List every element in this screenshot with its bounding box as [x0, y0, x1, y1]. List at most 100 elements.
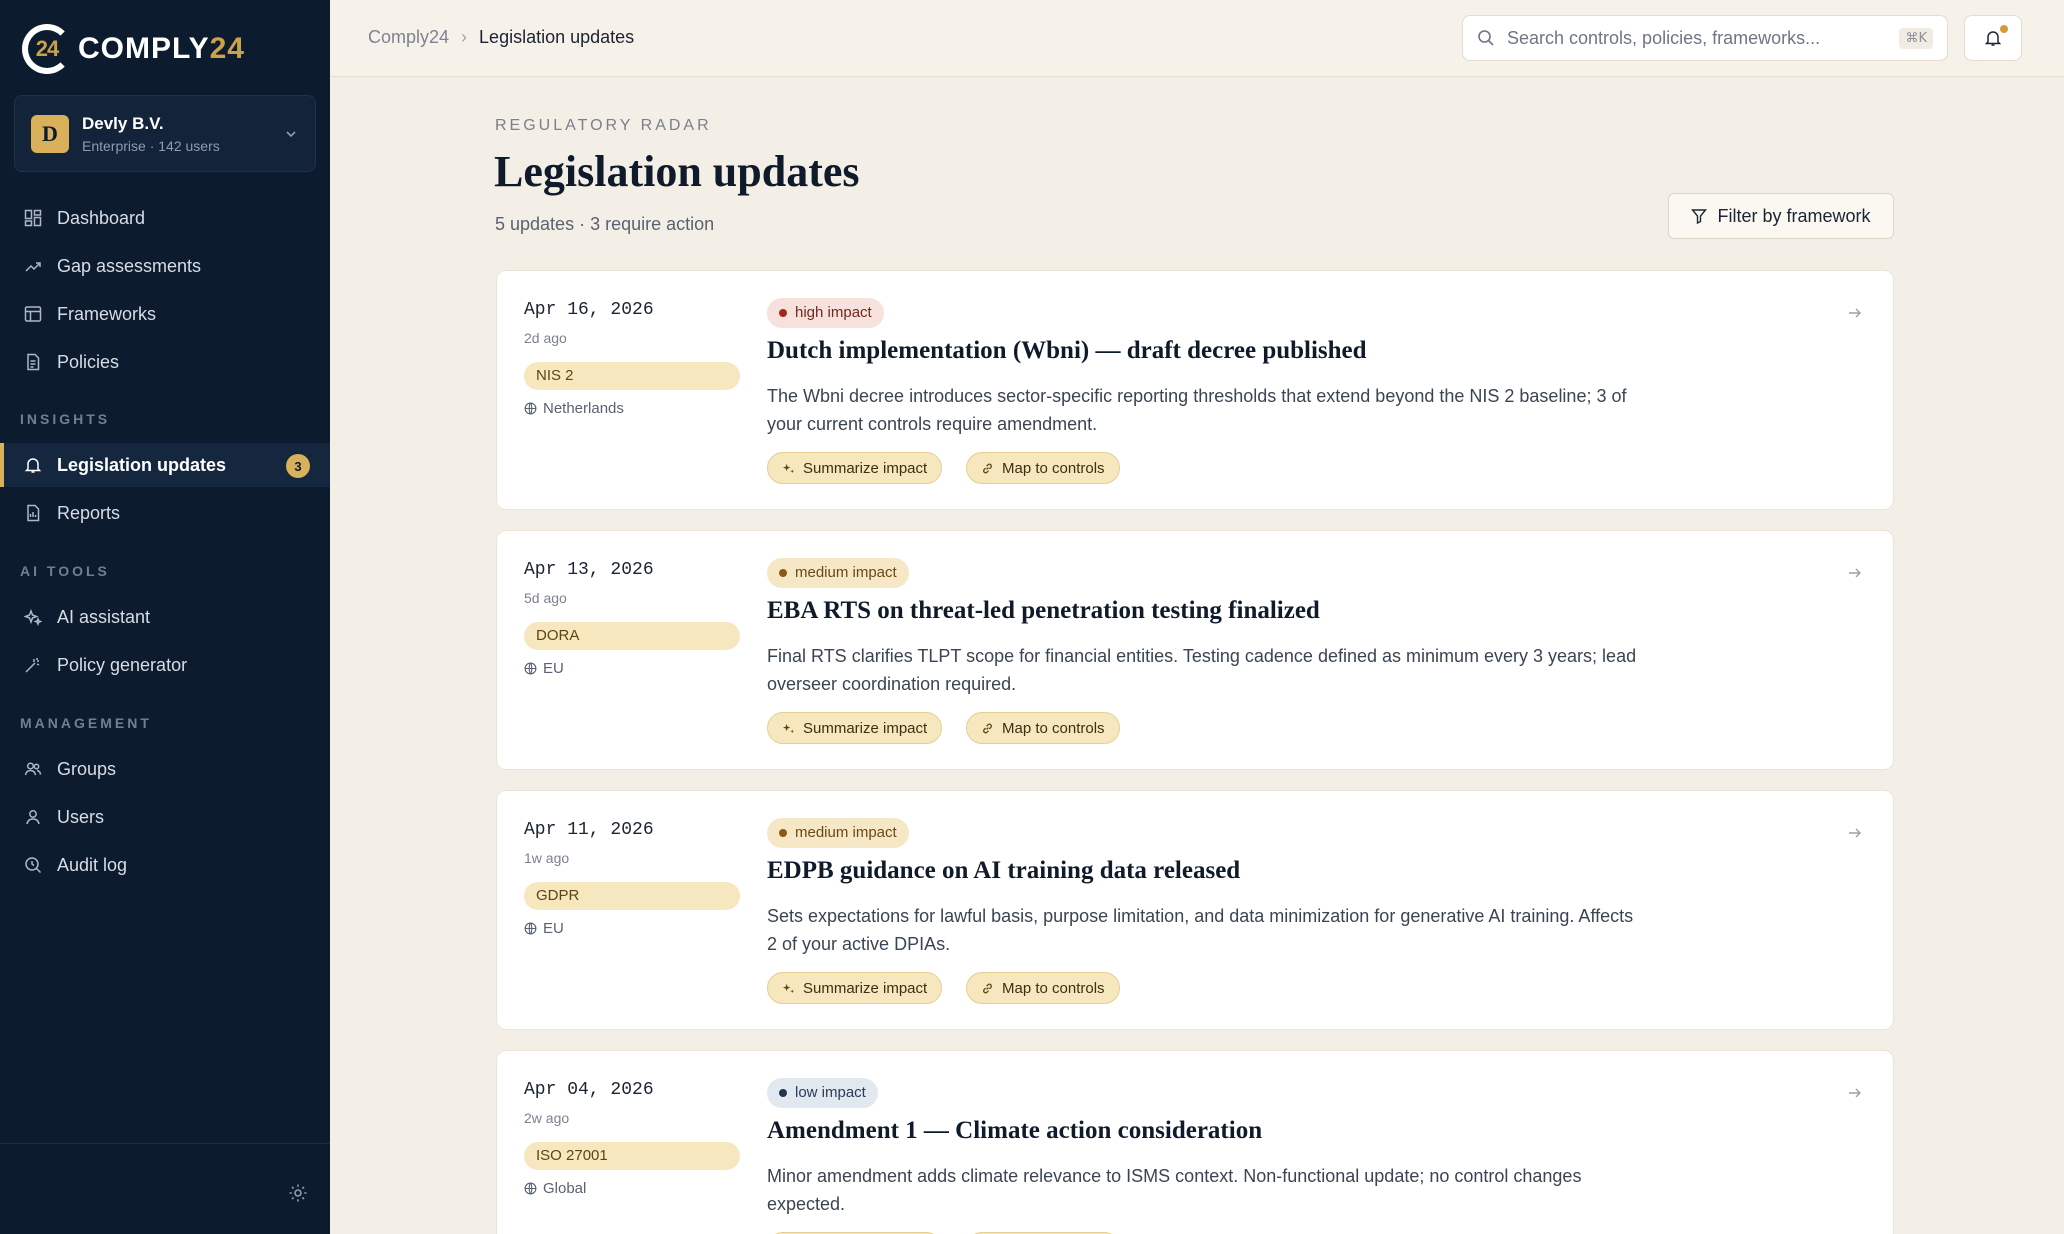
sidebar-item-reports[interactable]: Reports	[0, 491, 330, 535]
sidebar-item-policy-generator[interactable]: Policy generator	[0, 643, 330, 687]
update-region: EU	[524, 920, 564, 937]
trend-icon	[22, 255, 44, 277]
update-date: Apr 04, 2026	[524, 1080, 654, 1100]
document-icon	[22, 351, 44, 373]
logo-text: COMPLY24	[78, 32, 245, 66]
chevron-down-icon	[286, 130, 296, 137]
sparkle-icon	[782, 983, 795, 993]
logo-name: COMPLY	[78, 32, 210, 65]
sidebar-item-label: Frameworks	[57, 303, 157, 324]
global-search[interactable]: ⌘K	[1462, 15, 1948, 61]
legislation-update-card[interactable]: Apr 16, 2026 2d ago NIS 2 Netherlands hi…	[496, 270, 1894, 510]
update-date: Apr 11, 2026	[524, 820, 654, 840]
org-switcher[interactable]: D Devly B.V. Enterprise · 142 users	[14, 95, 316, 172]
region-label: Global	[543, 1180, 587, 1197]
sidebar-item-groups[interactable]: Groups	[0, 747, 330, 791]
notification-count-badge: 3	[286, 454, 310, 478]
arrow-right-icon[interactable]	[1847, 825, 1863, 841]
arrow-right-icon[interactable]	[1847, 1085, 1863, 1101]
notifications-button[interactable]	[1964, 15, 2022, 61]
sidebar-item-label: Reports	[57, 502, 121, 523]
globe-icon	[524, 922, 537, 935]
sidebar-item-label: Legislation updates	[57, 454, 227, 475]
update-region: EU	[524, 660, 564, 677]
link-icon	[983, 463, 992, 473]
sidebar-item-label: Policies	[57, 351, 120, 372]
logo-number: 24	[209, 32, 245, 65]
nav-section-insights: INSIGHTS	[20, 411, 111, 427]
sidebar-item-ai-assistant[interactable]: AI assistant	[0, 595, 330, 639]
dashboard-icon	[22, 207, 44, 229]
update-title[interactable]: EDPB guidance on AI training data releas…	[767, 857, 1240, 885]
sidebar-item-audit-log[interactable]: Audit log	[0, 843, 330, 887]
nav-section-ai-tools: AI TOOLS	[20, 563, 110, 579]
wand-icon	[22, 654, 44, 676]
update-relative-time: 2w ago	[524, 1110, 570, 1126]
users-icon	[22, 758, 44, 780]
sidebar-item-users[interactable]: Users	[0, 795, 330, 839]
page-title: Legislation updates	[494, 147, 860, 196]
update-title[interactable]: Amendment 1 — Climate action considerati…	[767, 1117, 1262, 1145]
sidebar-item-gap-assessments[interactable]: Gap assessments	[0, 244, 330, 288]
summarize-impact-button[interactable]: Summarize impact	[767, 972, 943, 1004]
map-to-controls-button[interactable]: Map to controls	[966, 972, 1120, 1004]
search-input[interactable]	[1507, 27, 1900, 49]
main-scrollbar[interactable]	[2058, 77, 2064, 1234]
legislation-update-card[interactable]: Apr 04, 2026 2w ago ISO 27001 Global low…	[496, 1050, 1894, 1234]
notification-dot	[2000, 25, 2008, 33]
map-to-controls-label: Map to controls	[1002, 719, 1105, 737]
sidebar-item-frameworks[interactable]: Frameworks	[0, 292, 330, 336]
globe-icon	[524, 662, 537, 675]
filter-button-label: Filter by framework	[1717, 205, 1871, 226]
filter-icon	[1691, 209, 1708, 224]
region-label: EU	[543, 660, 564, 677]
impact-badge: medium impact	[767, 558, 909, 588]
framework-tag: NIS 2	[524, 362, 740, 390]
breadcrumb-current: Legislation updates	[479, 27, 635, 47]
map-to-controls-label: Map to controls	[1002, 979, 1105, 997]
map-to-controls-label: Map to controls	[1002, 459, 1105, 477]
globe-icon	[524, 1182, 537, 1195]
gear-icon	[289, 1184, 307, 1202]
update-relative-time: 5d ago	[524, 590, 567, 606]
page-subtitle: 5 updates · 3 require action	[495, 214, 715, 234]
impact-badge: high impact	[767, 298, 884, 328]
sidebar-item-dashboard[interactable]: Dashboard	[0, 196, 330, 240]
sidebar-item-label: Policy generator	[57, 654, 188, 675]
arrow-right-icon[interactable]	[1847, 565, 1863, 581]
sidebar: 24 COMPLY24 D Devly B.V. Enterprise · 14…	[0, 0, 330, 1234]
update-relative-time: 2d ago	[524, 330, 567, 346]
breadcrumb: Comply24 › Legislation updates	[368, 27, 634, 48]
globe-icon	[524, 402, 537, 415]
framework-tag: DORA	[524, 622, 740, 650]
update-description: Final RTS clarifies TLPT scope for finan…	[767, 646, 1637, 694]
logo-mark-number: 24	[35, 36, 60, 61]
map-to-controls-button[interactable]: Map to controls	[966, 712, 1120, 744]
bell-icon	[22, 454, 44, 476]
settings-button[interactable]	[287, 1182, 309, 1209]
search-icon	[1478, 30, 1494, 46]
update-title[interactable]: Dutch implementation (Wbni) — draft decr…	[767, 337, 1367, 365]
summarize-impact-button[interactable]: Summarize impact	[767, 452, 943, 484]
page-eyebrow: REGULATORY RADAR	[495, 117, 712, 134]
map-to-controls-button[interactable]: Map to controls	[966, 452, 1120, 484]
update-relative-time: 1w ago	[524, 850, 570, 866]
summarize-impact-label: Summarize impact	[803, 459, 928, 477]
report-icon	[22, 502, 44, 524]
filter-by-framework-button[interactable]: Filter by framework	[1668, 193, 1894, 239]
sidebar-item-legislation-updates[interactable]: Legislation updates 3	[0, 443, 330, 487]
legislation-update-card[interactable]: Apr 11, 2026 1w ago GDPR EU medium impac…	[496, 790, 1894, 1030]
summarize-impact-label: Summarize impact	[803, 719, 928, 737]
breadcrumb-root-link[interactable]: Comply24	[368, 27, 449, 48]
sidebar-item-label: Audit log	[57, 854, 128, 875]
sidebar-item-label: Users	[57, 806, 105, 827]
update-title[interactable]: EBA RTS on threat-led penetration testin…	[767, 597, 1320, 625]
org-info: Devly B.V. Enterprise · 142 users	[82, 114, 283, 154]
region-label: EU	[543, 920, 564, 937]
sidebar-item-policies[interactable]: Policies	[0, 340, 330, 384]
sidebar-item-label: AI assistant	[57, 606, 151, 627]
legislation-update-card[interactable]: Apr 13, 2026 5d ago DORA EU medium impac…	[496, 530, 1894, 770]
arrow-right-icon[interactable]	[1847, 305, 1863, 321]
brand-logo[interactable]: 24 COMPLY24	[22, 24, 245, 74]
summarize-impact-button[interactable]: Summarize impact	[767, 712, 943, 744]
